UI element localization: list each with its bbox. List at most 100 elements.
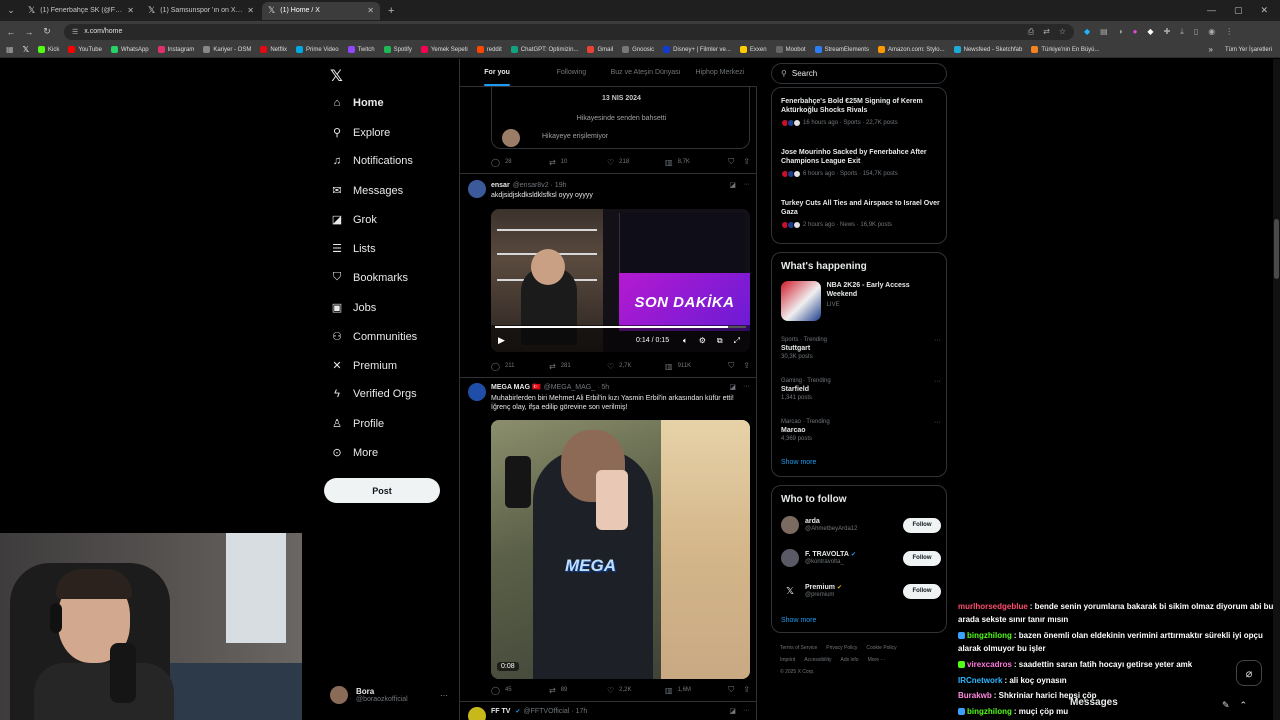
bookmark-icon[interactable]: ⛉ [728, 685, 734, 695]
reply-button[interactable]: ◯ 45 [491, 686, 549, 695]
featured-event[interactable]: NBA 2K26 - Early Access Weekend LIVE [781, 281, 941, 321]
bookmark-item[interactable]: Exxen [739, 46, 767, 53]
download-icon[interactable]: ⤓ [1180, 27, 1184, 37]
news-item[interactable]: Jose Mourinho Sacked by Fenerbahce After… [781, 148, 941, 178]
bookmark-item[interactable]: Disney+ | Filmler ve... [663, 46, 731, 53]
trend-item[interactable]: Gaming · Trending Starfield 1,341 posts ··· [781, 378, 941, 401]
settings-icon[interactable]: ⚙ [699, 336, 706, 346]
bookmark-item[interactable]: Spotify [383, 46, 412, 53]
bookmark-icon[interactable]: ⛉ [728, 157, 734, 167]
footer-link[interactable]: More ··· [868, 657, 886, 663]
trend-item[interactable]: Marcao · Trending Marcao 4,369 posts ··· [781, 419, 941, 442]
nav-item-home[interactable]: ⌂ Home [330, 97, 384, 109]
bookmark-item[interactable]: StreamElements [814, 46, 869, 53]
maximize-icon[interactable]: ▢ [1234, 5, 1243, 16]
reply-button[interactable]: ◯ 28 [491, 158, 549, 167]
install-app-icon[interactable]: ⎙ [1028, 27, 1034, 37]
minimize-icon[interactable]: — [1207, 5, 1216, 16]
more-dots-icon[interactable]: ··· [934, 337, 941, 344]
footer-link[interactable]: © 2025 X Corp. [780, 669, 815, 675]
more-dots-icon[interactable]: ··· [743, 707, 750, 715]
bookmark-item[interactable]: Kariyer - OSM [203, 46, 251, 53]
more-dots-icon[interactable]: ··· [934, 378, 941, 385]
puzzle-icon[interactable]: ✚ [1164, 27, 1171, 37]
tweet-handle[interactable]: @MEGA_MAG_ · 5h [544, 384, 609, 391]
nav-item-premium[interactable]: ✕ Premium [330, 359, 397, 373]
x-logo-icon[interactable]: 𝕏 [330, 66, 343, 86]
search-input[interactable]: ⚲ Search [771, 63, 947, 84]
reload-icon[interactable]: ↻ [40, 26, 54, 37]
footer-link[interactable]: Cookie Policy [866, 645, 896, 651]
bookmark-item[interactable]: Gmail [587, 46, 613, 53]
feed-tab[interactable]: Following [534, 59, 608, 86]
grok-icon[interactable]: ◪ [729, 181, 736, 189]
follow-button[interactable]: Follow [903, 583, 941, 599]
tweet-author[interactable]: ensar [491, 182, 510, 189]
feed-tab[interactable]: For you [460, 59, 534, 86]
pip-icon[interactable]: ⧉ [717, 336, 723, 346]
site-info-icon[interactable]: ☰ [72, 28, 78, 36]
bookmark-item[interactable]: Yemek Sepeti [420, 46, 468, 53]
messages-drawer-label[interactable]: Messages [1070, 697, 1118, 708]
close-tab-icon[interactable]: ✕ [367, 6, 374, 15]
grok-icon[interactable]: ◪ [729, 383, 736, 391]
nav-item-jobs[interactable]: ▣ Jobs [330, 301, 376, 315]
menu-kebab-icon[interactable]: ⋮ [1225, 27, 1233, 37]
bookmark-item[interactable]: Kick [38, 46, 59, 53]
footer-link[interactable]: Ads info [841, 657, 859, 663]
bookmark-item[interactable]: Gnoosic [622, 46, 654, 53]
bookmark-item[interactable]: Moobot [775, 46, 806, 53]
bookmark-item[interactable]: Newsfeed - Sketchfab [953, 46, 1022, 53]
browser-tab[interactable]: 𝕏 (1) Fenerbahçe SK (@Fenerbah ✕ [22, 2, 140, 20]
tweet-handle[interactable]: @ensar8v2 · 19h [513, 182, 567, 189]
bookmark-star-icon[interactable]: ☆ [1059, 27, 1066, 37]
play-icon[interactable]: ▶ [498, 335, 505, 346]
nav-item-profile[interactable]: ♙ Profile [330, 417, 384, 431]
back-icon[interactable]: ← [4, 27, 18, 37]
news-item[interactable]: Turkey Cuts All Ties and Airspace to Isr… [781, 199, 941, 229]
news-item[interactable]: Fenerbahçe's Bold €25M Signing of Kerem … [781, 97, 941, 127]
views-button[interactable]: ▥ 911K [665, 362, 723, 371]
volume-icon[interactable]: 🔈︎ [683, 336, 688, 346]
like-button[interactable]: ♡ 2,7K [607, 362, 665, 371]
extension-icon[interactable]: ◆ [1084, 27, 1090, 37]
post-button[interactable]: Post [324, 478, 440, 503]
tweet-video[interactable]: SON DAKİKA ▶ 0:14 / 0:15 🔈︎ ⚙ ⧉ ⤢ [491, 209, 750, 352]
profile-icon[interactable]: ◉ [1208, 27, 1215, 37]
fullscreen-icon[interactable]: ⤢ [734, 336, 740, 346]
bookmark-item[interactable]: Amazon.com: Stylo... [877, 46, 945, 53]
bookmark-item[interactable]: Twitch [347, 46, 375, 53]
share-icon[interactable]: ⇪ [743, 361, 750, 371]
video-progress[interactable] [495, 326, 746, 328]
nav-item-explore[interactable]: ⚲ Explore [330, 126, 390, 140]
new-tab-button[interactable]: + [388, 5, 394, 17]
nav-item-lists[interactable]: ☰ Lists [330, 242, 376, 256]
more-dots-icon[interactable]: ··· [743, 383, 750, 391]
scrollbar-thumb[interactable] [1274, 219, 1279, 279]
account-switcher[interactable]: Bora @boraozkofficial ··· [330, 686, 448, 704]
show-more-link[interactable]: Show more [781, 459, 816, 466]
side-panel-icon[interactable]: ▯ [1194, 27, 1198, 37]
extension-icon[interactable]: ◆ [1147, 27, 1153, 37]
like-button[interactable]: ♡ 2,2K [607, 686, 665, 695]
reply-button[interactable]: ◯ 211 [491, 362, 549, 371]
trend-item[interactable]: Sports · Trending Stuttgart 30,3K posts ··· [781, 337, 941, 360]
browser-tab[interactable]: 𝕏 (1) Samsunspor 'ın on X: "Kura ✕ [142, 2, 260, 20]
grok-floating-icon[interactable]: ⌀ [1236, 660, 1262, 686]
show-more-link[interactable]: Show more [781, 617, 816, 624]
bookmark-item[interactable]: YouTube [68, 46, 102, 53]
browser-tab[interactable]: 𝕏 (1) Home / X ✕ [262, 1, 380, 20]
feed-tab[interactable]: Buz ve Ateşin Dünyası [609, 59, 683, 86]
tab-search-icon[interactable]: ⌄ [2, 2, 20, 20]
nav-item-communities[interactable]: ⚇ Communities [330, 330, 417, 344]
repost-button[interactable]: ⇄ 10 [549, 158, 607, 167]
avatar[interactable] [468, 383, 486, 401]
expand-up-icon[interactable]: ⌃ [1240, 700, 1248, 711]
nav-item-verified-orgs[interactable]: ϟ Verified Orgs [330, 388, 417, 400]
bookmark-item[interactable]: Instagram [157, 46, 194, 53]
bookmark-item[interactable]: WhatsApp [110, 46, 149, 53]
follow-button[interactable]: Follow [903, 550, 941, 566]
translate-icon[interactable]: ⇄ [1043, 27, 1050, 37]
nav-item-bookmarks[interactable]: ⛉ Bookmarks [330, 271, 408, 284]
share-icon[interactable]: ⇪ [743, 157, 750, 167]
